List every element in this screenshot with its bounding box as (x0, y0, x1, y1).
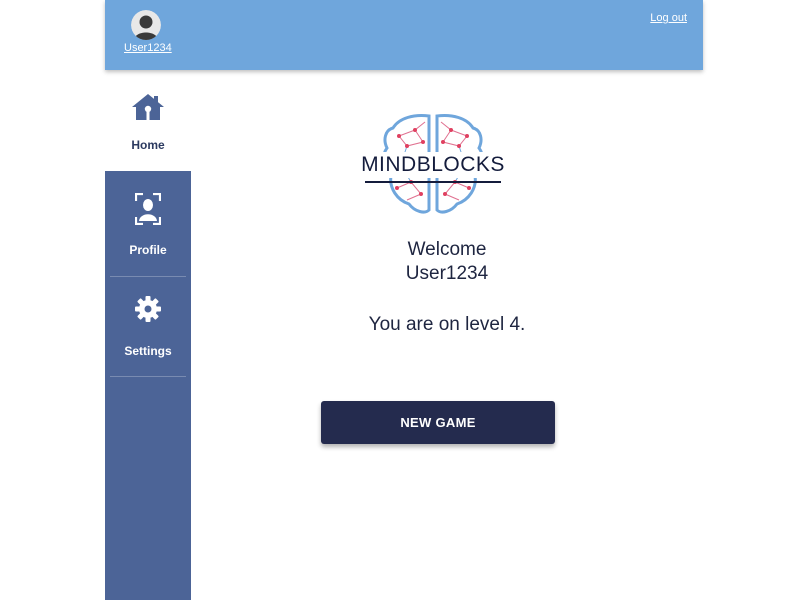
level-status: You are on level 4. (368, 314, 526, 335)
logout-link[interactable]: Log out (650, 12, 687, 24)
top-bar: User1234 Log out (105, 0, 703, 70)
app-window: User1234 Log out Home Profile Settings M… (105, 0, 703, 600)
user-avatar-icon[interactable] (131, 10, 161, 40)
sidebar-item-label: Home (131, 138, 165, 152)
sidebar-item-home[interactable]: Home (105, 70, 191, 171)
welcome-line: Welcome (407, 239, 487, 260)
mindblocks-logo: MINDBLOCKS (359, 112, 507, 218)
main-content: MINDBLOCKS Welcome User1234 You are on l… (191, 70, 703, 600)
welcome-message: Welcome User1234 (191, 238, 703, 286)
home-icon (131, 93, 165, 126)
sidebar-divider (110, 376, 186, 377)
gear-icon (135, 296, 161, 327)
username-link[interactable]: User1234 (124, 42, 172, 54)
sidebar: Home Profile Settings (105, 70, 191, 600)
logo-underline (365, 181, 501, 183)
welcome-username: User1234 (405, 263, 489, 284)
sidebar-item-settings[interactable]: Settings (105, 276, 191, 376)
sidebar-item-label: Settings (124, 344, 172, 358)
logo-text: MINDBLOCKS (359, 152, 507, 178)
profile-scan-icon (134, 192, 162, 230)
sidebar-item-label: Profile (129, 243, 167, 257)
new-game-button[interactable]: NEW GAME (321, 401, 555, 444)
sidebar-item-profile[interactable]: Profile (105, 171, 191, 276)
